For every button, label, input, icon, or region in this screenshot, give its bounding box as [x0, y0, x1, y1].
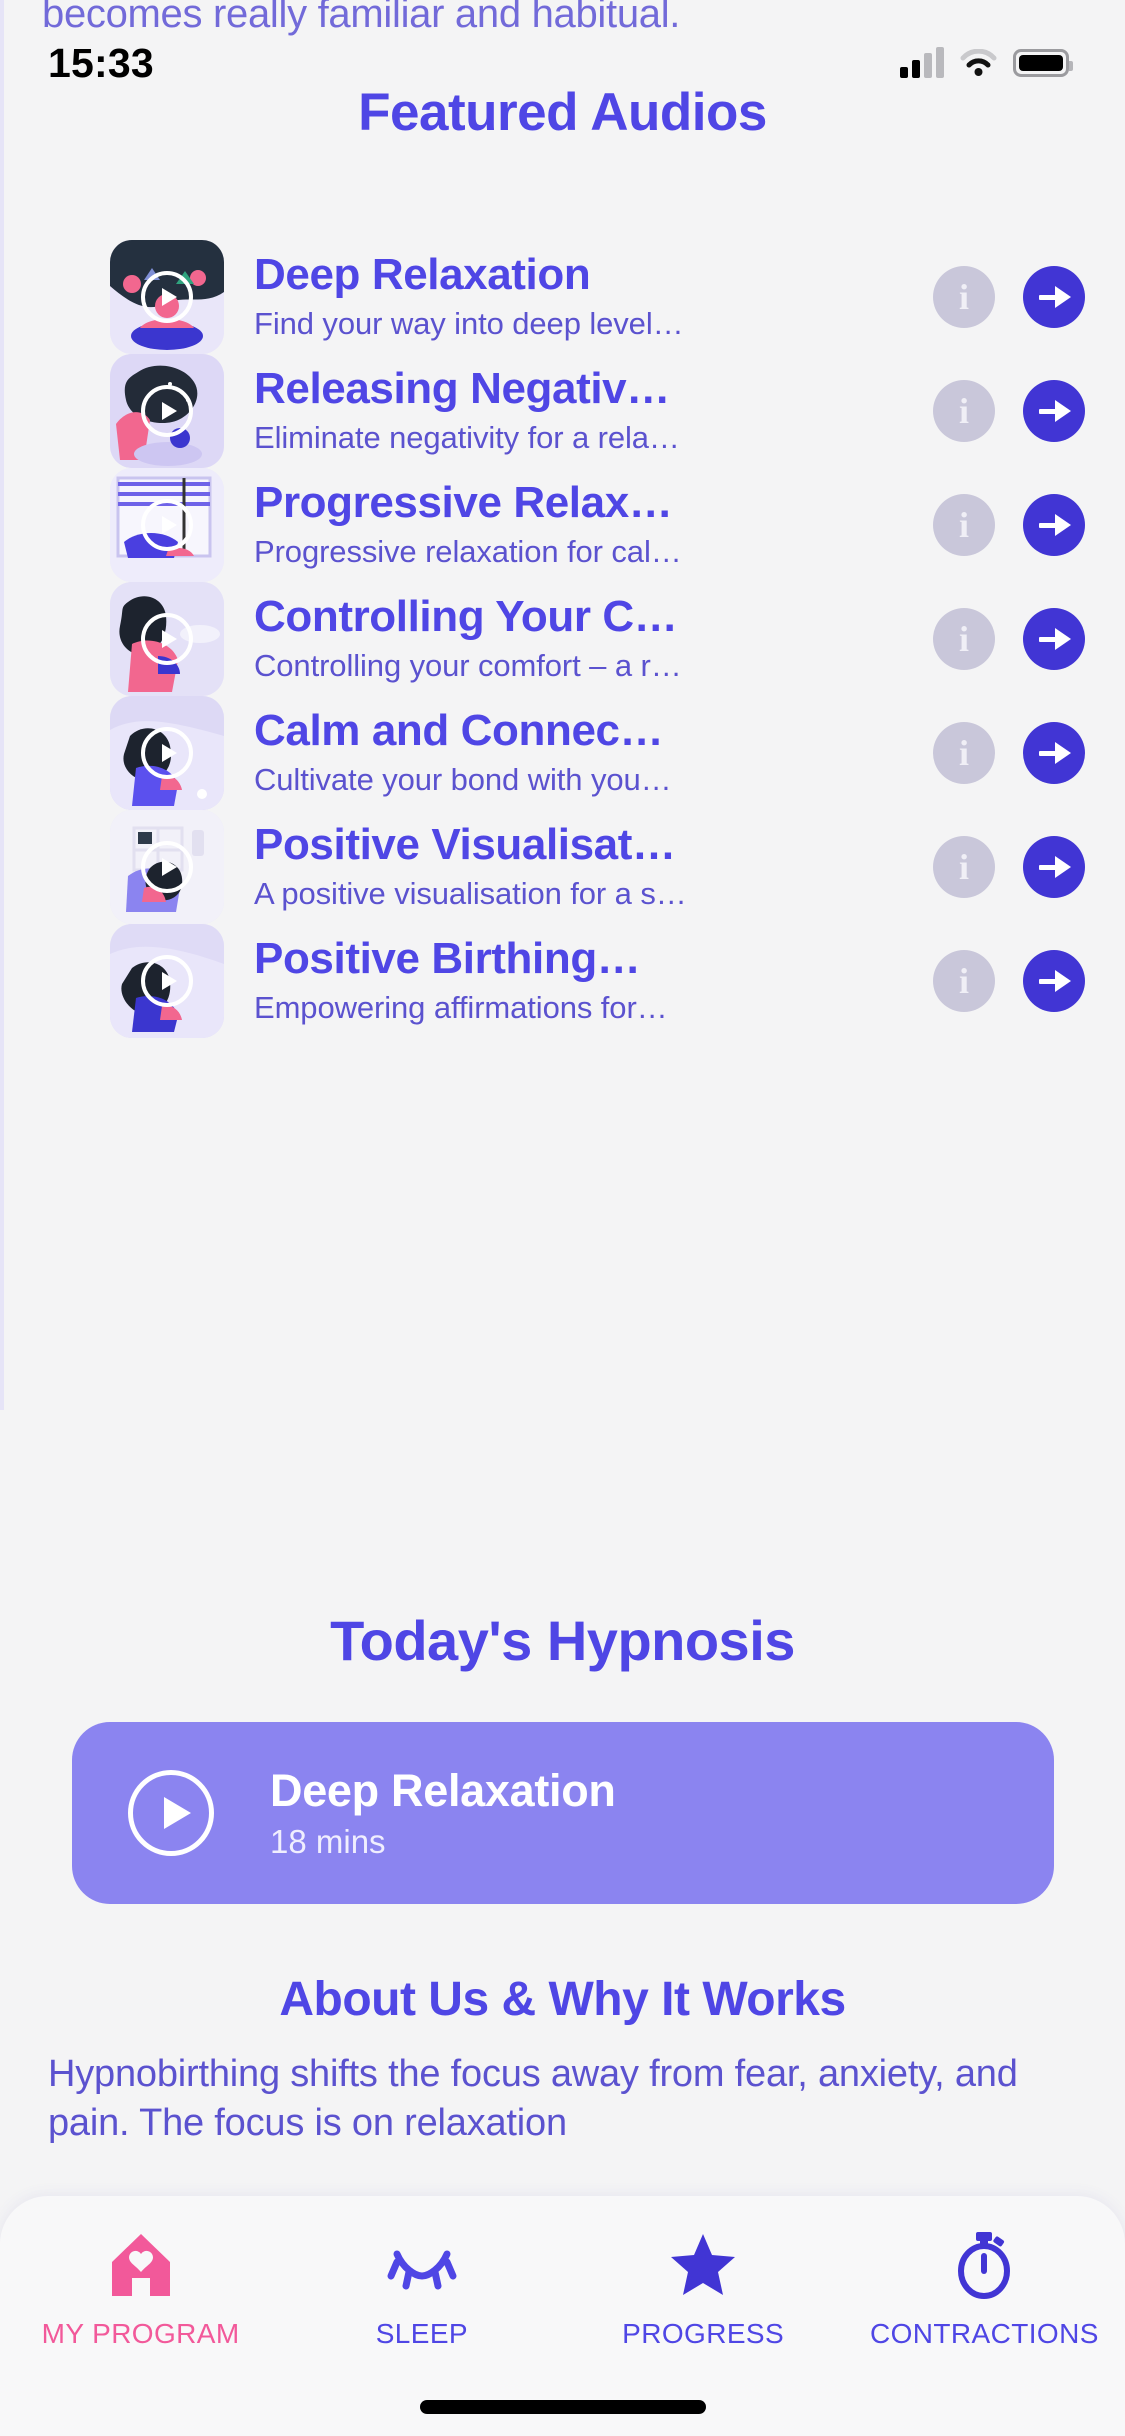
app-screen: becomes really familiar and habitual. 15… — [0, 0, 1125, 2436]
audio-thumbnail[interactable] — [110, 696, 224, 810]
audio-text: Releasing Negativ… Eliminate negativity … — [224, 366, 933, 455]
audio-subtitle: A positive visualisation for a s… — [254, 875, 687, 911]
row-actions: i — [933, 950, 1085, 1012]
audio-text: Progressive Relax… Progressive relaxatio… — [224, 480, 933, 569]
open-arrow-button[interactable] — [1023, 836, 1085, 898]
stopwatch-icon — [844, 2226, 1125, 2304]
about-us-body: Hypnobirthing shifts the focus away from… — [48, 2053, 1018, 2144]
hypnosis-duration: 18 mins — [270, 1823, 386, 1860]
tab-sleep[interactable]: SLEEP — [281, 2226, 562, 2350]
hypnosis-meta: Deep Relaxation 18 mins — [270, 1765, 616, 1861]
audio-thumbnail[interactable] — [110, 354, 224, 468]
audio-text: Positive Visualisat… A positive visualis… — [224, 822, 933, 911]
list-item[interactable]: Positive Visualisat… A positive visualis… — [0, 810, 1125, 924]
audio-thumbnail[interactable] — [110, 468, 224, 582]
audio-thumbnail[interactable] — [110, 240, 224, 354]
info-button[interactable]: i — [933, 380, 995, 442]
info-button[interactable]: i — [933, 266, 995, 328]
open-arrow-button[interactable] — [1023, 722, 1085, 784]
list-item[interactable]: Positive Birthing… Empowering affirmatio… — [0, 924, 1125, 1038]
hypnosis-name: Deep Relaxation — [270, 1765, 616, 1816]
audio-subtitle: Progressive relaxation for cal… — [254, 533, 682, 569]
audio-title: Positive Visualisat… — [254, 822, 676, 869]
about-us-title: About Us & Why It Works — [279, 1973, 846, 2026]
audio-text: Calm and Connec… Cultivate your bond wit… — [224, 708, 933, 797]
play-icon — [141, 271, 193, 323]
status-time: 15:33 — [48, 39, 154, 86]
audio-title: Calm and Connec… — [254, 708, 664, 755]
audio-subtitle: Cultivate your bond with you… — [254, 761, 672, 797]
todays-hypnosis-title: Today's Hypnosis — [330, 1609, 795, 1672]
audio-thumbnail[interactable] — [110, 582, 224, 696]
tab-label: SLEEP — [375, 2318, 469, 2349]
tab-contractions[interactable]: CONTRACTIONS — [844, 2226, 1125, 2350]
bottom-tab-bar: MY PROGRAM SLEEP PROGRESS CONTRACTIONS — [0, 2196, 1125, 2436]
row-actions: i — [933, 722, 1085, 784]
home-heart-icon — [0, 2226, 281, 2304]
list-item[interactable]: Progressive Relax… Progressive relaxatio… — [0, 468, 1125, 582]
info-button[interactable]: i — [933, 950, 995, 1012]
info-button[interactable]: i — [933, 722, 995, 784]
audio-title: Deep Relaxation — [254, 252, 591, 299]
list-item[interactable]: Deep Relaxation Find your way into deep … — [0, 240, 1125, 354]
info-button[interactable]: i — [933, 836, 995, 898]
tab-label: MY PROGRAM — [41, 2318, 240, 2349]
open-arrow-button[interactable] — [1023, 950, 1085, 1012]
list-item[interactable]: Controlling Your C… Controlling your com… — [0, 582, 1125, 696]
row-actions: i — [933, 494, 1085, 556]
audio-title: Progressive Relax… — [254, 480, 673, 527]
tab-label: CONTRACTIONS — [869, 2318, 1099, 2349]
play-icon — [141, 955, 193, 1007]
star-icon — [563, 2226, 844, 2304]
cellular-bars-icon — [900, 47, 944, 78]
tab-progress[interactable]: PROGRESS — [563, 2226, 844, 2350]
row-actions: i — [933, 266, 1085, 328]
info-button[interactable]: i — [933, 608, 995, 670]
open-arrow-button[interactable] — [1023, 494, 1085, 556]
play-icon — [141, 385, 193, 437]
row-actions: i — [933, 836, 1085, 898]
audio-title: Positive Birthing… — [254, 936, 641, 983]
play-icon — [141, 499, 193, 551]
audio-subtitle: Find your way into deep level… — [254, 305, 684, 341]
audio-text: Deep Relaxation Find your way into deep … — [224, 252, 933, 341]
audio-subtitle: Controlling your comfort – a r… — [254, 647, 682, 683]
home-indicator — [419, 2400, 706, 2414]
wifi-icon — [960, 48, 997, 77]
play-icon — [141, 727, 193, 779]
status-icons — [900, 47, 1073, 78]
list-item[interactable]: Calm and Connec… Cultivate your bond wit… — [0, 696, 1125, 810]
battery-full-icon — [1013, 49, 1073, 77]
audio-subtitle: Eliminate negativity for a rela… — [254, 419, 680, 455]
audio-thumbnail[interactable] — [110, 924, 224, 1038]
tab-my-program[interactable]: MY PROGRAM — [0, 2226, 281, 2350]
row-actions: i — [933, 380, 1085, 442]
list-item[interactable]: Releasing Negativ… Eliminate negativity … — [0, 354, 1125, 468]
row-actions: i — [933, 608, 1085, 670]
audio-title: Releasing Negativ… — [254, 366, 670, 413]
open-arrow-button[interactable] — [1023, 266, 1085, 328]
audio-text: Controlling Your C… Controlling your com… — [224, 594, 933, 683]
open-arrow-button[interactable] — [1023, 380, 1085, 442]
closed-eye-icon — [281, 2226, 562, 2304]
audio-subtitle: Empowering affirmations for… — [254, 989, 668, 1025]
todays-hypnosis-card[interactable]: Deep Relaxation 18 mins — [72, 1722, 1054, 1904]
play-circle-icon[interactable] — [128, 1770, 214, 1856]
audio-text: Positive Birthing… Empowering affirmatio… — [224, 936, 933, 1025]
open-arrow-button[interactable] — [1023, 608, 1085, 670]
audio-thumbnail[interactable] — [110, 810, 224, 924]
tab-label: PROGRESS — [622, 2318, 785, 2349]
featured-audios-title: Featured Audios — [358, 83, 767, 142]
info-button[interactable]: i — [933, 494, 995, 556]
play-icon — [141, 841, 193, 893]
featured-audios-list: Deep Relaxation Find your way into deep … — [0, 240, 1125, 1038]
play-icon — [141, 613, 193, 665]
audio-title: Controlling Your C… — [254, 594, 678, 641]
